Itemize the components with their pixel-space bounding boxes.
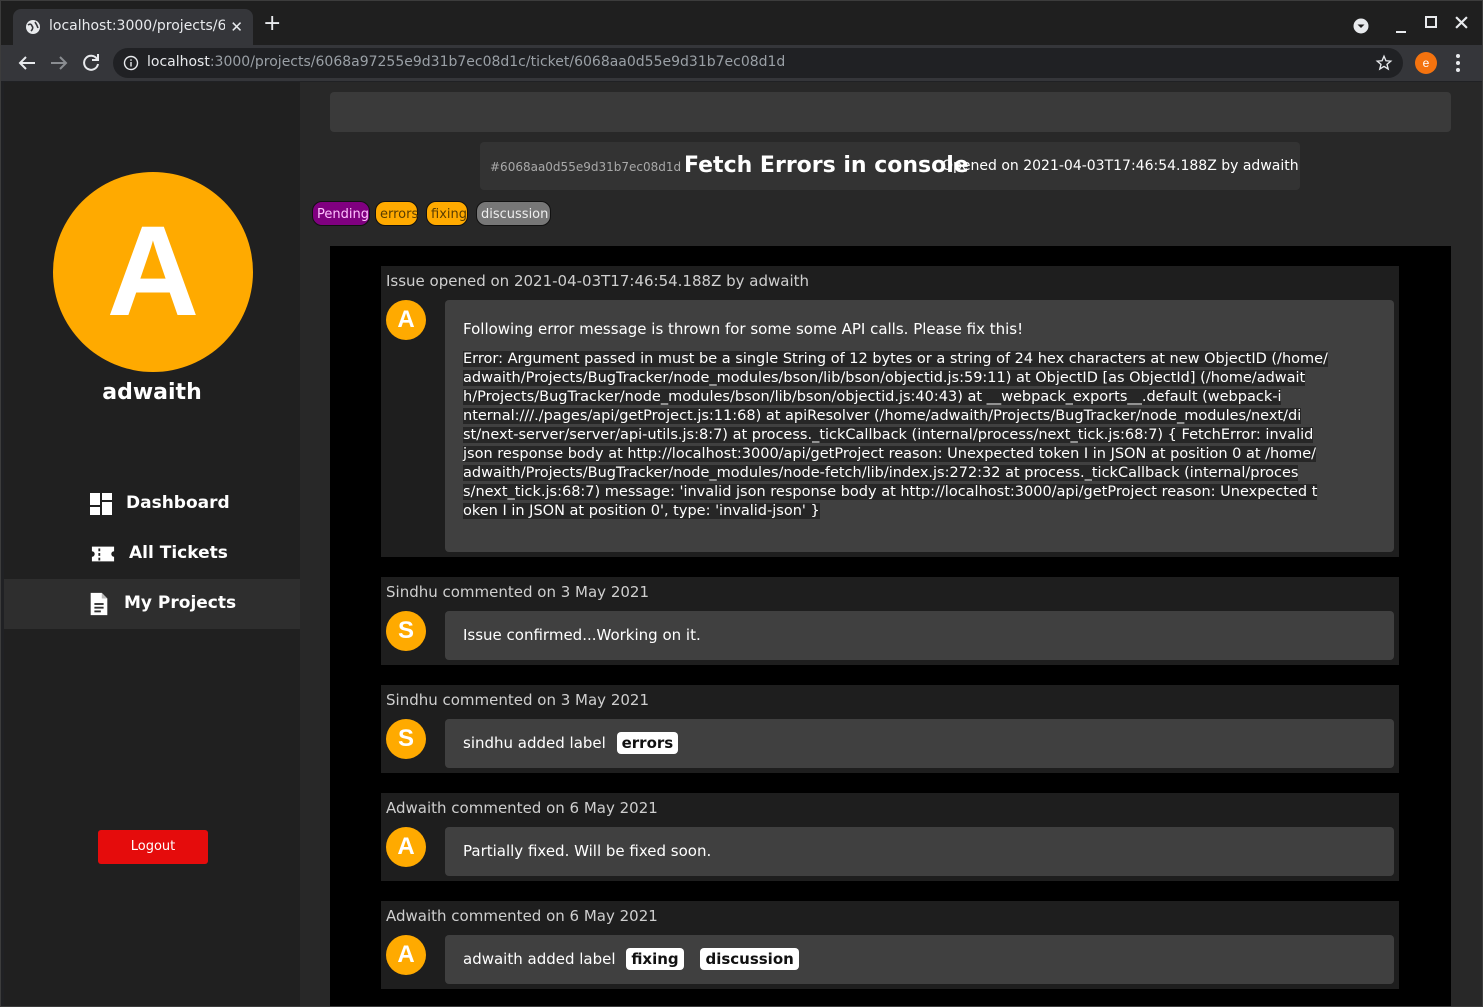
comment-avatar: A xyxy=(386,300,426,340)
address-bar[interactable]: localhost:3000/projects/6068a97255e9d31b… xyxy=(113,48,1403,78)
comment-text: Following error message is thrown for so… xyxy=(463,320,1024,338)
ticket-header: #6068aa0d55e9d31b7ec08d1d Fetch Errors i… xyxy=(480,142,1300,190)
profile-avatar[interactable]: e xyxy=(1415,52,1437,74)
ticket-opened-info: Opened on 2021-04-03T17:46:54.188Z by ad… xyxy=(942,158,1299,174)
back-arrow-icon[interactable] xyxy=(15,51,39,75)
ticket-id: #6068aa0d55e9d31b7ec08d1d xyxy=(490,160,682,174)
comment-item: Sindhu commented on 3 May 2021 S sindhu … xyxy=(381,685,1399,773)
comment-item: Adwaith commented on 6 May 2021 A Partia… xyxy=(381,793,1399,881)
label-badge-discussion: discussion xyxy=(476,201,551,226)
label-badge-fixing: fixing xyxy=(426,201,468,226)
url-path: :3000/projects/6068a97255e9d31b7ec08d1c/… xyxy=(209,54,786,70)
comment-item: Sindhu commented on 3 May 2021 S Issue c… xyxy=(381,577,1399,665)
comment-avatar: S xyxy=(386,719,426,759)
code-line: adwaith/Projects/BugTracker/node_modules… xyxy=(463,370,1306,386)
comment-body: Following error message is thrown for so… xyxy=(445,300,1394,552)
kebab-menu-icon[interactable] xyxy=(1451,52,1465,74)
comment-thread: Issue opened on 2021-04-03T17:46:54.188Z… xyxy=(330,246,1451,1006)
status-badge-pending: Pending xyxy=(312,201,370,226)
browser-toolbar: localhost:3000/projects/6068a97255e9d31b… xyxy=(1,45,1482,81)
comment-body: adwaith added label fixing discussion xyxy=(445,935,1394,984)
reload-icon[interactable] xyxy=(79,51,103,75)
label-badge-errors: errors xyxy=(375,201,418,226)
activity-text: adwaith added label xyxy=(463,950,616,968)
label-chip-fixing: fixing xyxy=(626,948,684,970)
close-window-icon[interactable] xyxy=(1455,16,1468,29)
minimize-icon[interactable] xyxy=(1395,21,1407,33)
code-line: s/next_tick.js:68:7) message: 'invalid j… xyxy=(463,484,1318,500)
label-chip-discussion: discussion xyxy=(700,948,799,970)
browser-window: localhost:3000/projects/6068a97255e9d31b… xyxy=(0,0,1483,1007)
code-line: oken I in JSON at position 0', type: 'in… xyxy=(463,503,820,519)
dashboard-icon xyxy=(90,493,112,515)
url-host: localhost xyxy=(147,54,210,70)
browser-tab[interactable]: localhost:3000/projects/6068a97255e9d31b… xyxy=(13,9,253,45)
sidebar-item-label: All Tickets xyxy=(129,543,228,563)
sidebar-item-label: Dashboard xyxy=(126,493,230,513)
sidebar-item-my-projects[interactable]: My Projects xyxy=(4,579,300,629)
code-line: st/next-server/server/api-utils.js:8:7) … xyxy=(463,427,1314,443)
label-chip-errors: errors xyxy=(616,732,679,754)
comment-avatar: A xyxy=(386,827,426,867)
ticket-icon xyxy=(91,546,115,562)
code-line: Error: Argument passed in must be a sing… xyxy=(463,351,1328,367)
code-line: adwaith/Projects/BugTracker/node_modules… xyxy=(463,465,1299,481)
comment-avatar: S xyxy=(386,611,426,651)
info-icon[interactable] xyxy=(123,55,139,71)
url-text[interactable]: localhost:3000/projects/6068a97255e9d31b… xyxy=(147,54,785,70)
sidebar-item-dashboard[interactable]: Dashboard xyxy=(4,479,300,529)
comment-header: Sindhu commented on 3 May 2021 xyxy=(386,583,649,601)
comment-header: Sindhu commented on 3 May 2021 xyxy=(386,691,649,709)
comment-text: Issue confirmed...Working on it. xyxy=(463,626,701,644)
comment-avatar: A xyxy=(386,935,426,975)
sidebar: A adwaith Dashboard All Tickets My Proje… xyxy=(4,82,300,1006)
tab-title: localhost:3000/projects/6068a97255e9d31b… xyxy=(49,18,225,34)
close-tab-icon[interactable]: ✕ xyxy=(230,18,243,36)
activity-text: sindhu added label xyxy=(463,734,606,752)
code-line: json response body at http://localhost:3… xyxy=(463,446,1317,462)
code-line: nternal:///./pages/api/getProject.js:11:… xyxy=(463,408,1302,424)
comment-header: Adwaith commented on 6 May 2021 xyxy=(386,907,658,925)
comment-item: Issue opened on 2021-04-03T17:46:54.188Z… xyxy=(381,266,1399,557)
new-tab-icon[interactable]: + xyxy=(263,13,281,35)
comment-text: sindhu added label errors xyxy=(463,732,679,754)
comment-body: sindhu added label errors xyxy=(445,719,1394,768)
error-code-block: Error: Argument passed in must be a sing… xyxy=(463,350,1331,521)
maximize-icon[interactable] xyxy=(1425,16,1437,28)
code-line: h/Projects/BugTracker/node_modules/bson/… xyxy=(463,389,1282,405)
user-avatar: A xyxy=(53,172,253,372)
logout-button[interactable]: Logout xyxy=(98,830,208,864)
tab-strip: localhost:3000/projects/6068a97255e9d31b… xyxy=(1,1,1482,45)
document-icon xyxy=(90,592,108,616)
sidebar-item-all-tickets[interactable]: All Tickets xyxy=(4,529,300,579)
username: adwaith xyxy=(102,380,202,405)
ticket-title: Fetch Errors in console xyxy=(684,153,969,178)
comment-header: Issue opened on 2021-04-03T17:46:54.188Z… xyxy=(386,272,810,290)
tab-search-icon[interactable] xyxy=(1353,18,1369,34)
comment-header: Adwaith commented on 6 May 2021 xyxy=(386,799,658,817)
bookmark-star-icon[interactable] xyxy=(1375,54,1393,72)
comment-text: adwaith added label fixing discussion xyxy=(463,948,799,970)
comment-text: Partially fixed. Will be fixed soon. xyxy=(463,842,712,860)
sidebar-item-label: My Projects xyxy=(124,593,237,613)
comment-item: Adwaith commented on 6 May 2021 A adwait… xyxy=(381,901,1399,989)
comment-body: Issue confirmed...Working on it. xyxy=(445,611,1394,660)
top-bar xyxy=(330,92,1451,132)
forward-arrow-icon[interactable] xyxy=(47,51,71,75)
web-page: A adwaith Dashboard All Tickets My Proje… xyxy=(4,82,1482,1006)
globe-icon xyxy=(26,20,40,34)
comment-body: Partially fixed. Will be fixed soon. xyxy=(445,827,1394,876)
